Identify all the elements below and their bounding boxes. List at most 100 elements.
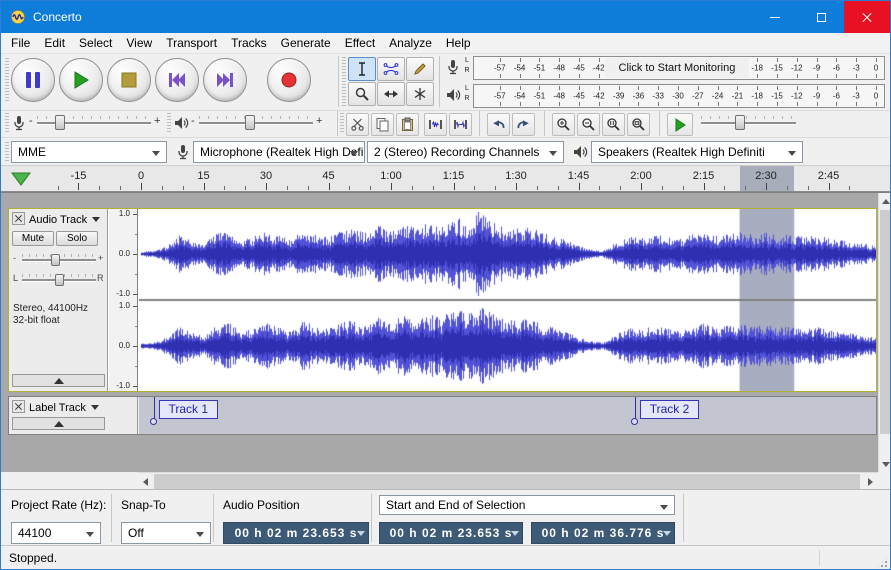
recording-device-select[interactable]: Microphone (Realtek High Defini [193, 141, 365, 163]
timeline-ruler[interactable]: -1501530451:001:151:301:452:002:152:302:… [1, 165, 890, 192]
play-button[interactable] [59, 58, 103, 102]
label-track-title[interactable]: Label Track [29, 401, 99, 414]
resize-grip[interactable] [876, 556, 889, 569]
pinned-playhead-button[interactable] [11, 172, 31, 187]
project-rate-select[interactable]: 44100 [11, 522, 101, 544]
audio-position-field[interactable]: 00 h 02 m 23.653 s [223, 522, 369, 544]
redo-button[interactable] [512, 113, 535, 136]
scroll-right-button[interactable] [862, 473, 878, 490]
track-canvas[interactable]: Audio Track Mute Solo - + L R Stereo, 44… [1, 192, 890, 472]
stop-button[interactable] [107, 58, 151, 102]
trim-audio-button[interactable] [424, 113, 447, 136]
scroll-up-button[interactable] [879, 193, 890, 209]
copy-button[interactable] [371, 113, 394, 136]
vertical-scroll-thumb[interactable] [880, 210, 890, 434]
pause-button[interactable] [11, 58, 55, 102]
record-button[interactable] [267, 58, 311, 102]
record-meter[interactable]: -57-54-51-48-45-42-39-36-33-30-27-24-21-… [473, 56, 885, 80]
pan-thumb[interactable] [55, 274, 64, 286]
cut-button[interactable] [346, 113, 369, 136]
fit-project-button[interactable] [627, 113, 650, 136]
menu-item-effect[interactable]: Effect [338, 34, 382, 52]
timeline-tick-label: 2:00 [630, 170, 651, 182]
menu-item-edit[interactable]: Edit [37, 34, 72, 52]
audio-track-collapse-button[interactable] [12, 374, 105, 387]
label-1[interactable]: Track 1 [159, 400, 219, 419]
zoom-to-selection-button[interactable] [602, 113, 625, 136]
menu-item-transport[interactable]: Transport [159, 34, 224, 52]
transport-toolbar-grip[interactable] [5, 58, 9, 102]
mute-button[interactable]: Mute [12, 231, 54, 246]
undo-button[interactable] [487, 113, 510, 136]
menu-item-tracks[interactable]: Tracks [224, 34, 274, 52]
audio-track-close-button[interactable] [12, 212, 25, 225]
menu-item-select[interactable]: Select [72, 34, 119, 52]
gain-thumb[interactable] [51, 254, 60, 266]
device-toolbar-grip[interactable] [5, 142, 9, 162]
label-stem[interactable] [154, 397, 155, 420]
meter-scale-number: 0 [874, 64, 878, 73]
meter-tick [856, 74, 857, 78]
maximize-button[interactable] [798, 1, 844, 33]
label-stem[interactable] [635, 397, 636, 420]
skip-to-start-button[interactable] [155, 58, 199, 102]
record-meter-mic-icon[interactable] [445, 59, 461, 75]
horizontal-scrollbar[interactable] [137, 472, 878, 489]
paste-button[interactable] [396, 113, 419, 136]
meter-tick [559, 102, 560, 106]
slider-thumb[interactable] [55, 115, 65, 130]
mixer-toolbar-grip[interactable] [5, 113, 9, 133]
play-at-speed-button[interactable] [667, 113, 693, 136]
meter-tick [539, 86, 540, 90]
label-2[interactable]: Track 2 [640, 400, 700, 419]
menu-item-file[interactable]: File [4, 34, 37, 52]
label-track-collapse-button[interactable] [12, 417, 105, 430]
waveform-canvas[interactable] [139, 209, 876, 391]
playback-meter-speaker-icon[interactable] [445, 87, 461, 103]
skip-to-end-button[interactable] [203, 58, 247, 102]
draw-tool-button[interactable] [406, 57, 434, 81]
label-handle[interactable] [631, 418, 638, 425]
selection-mode-select[interactable]: Start and End of Selection [379, 495, 675, 515]
solo-button[interactable]: Solo [56, 231, 98, 246]
snap-to-select[interactable]: Off [121, 522, 211, 544]
menu-item-help[interactable]: Help [439, 34, 478, 52]
selection-tool-button[interactable] [348, 57, 376, 81]
timeshift-tool-button[interactable] [377, 82, 405, 106]
label-track-close-button[interactable] [12, 400, 25, 413]
monitoring-overlay-label[interactable]: Click to Start Monitoring [605, 58, 749, 78]
playback-volume-slider[interactable] [199, 112, 313, 134]
recording-volume-slider[interactable] [37, 112, 151, 134]
minimize-icon [770, 17, 780, 18]
play-speed-slider[interactable] [701, 112, 796, 134]
menu-item-analyze[interactable]: Analyze [382, 34, 439, 52]
playback-volume-grip[interactable] [167, 113, 171, 133]
multi-tool-button[interactable] [406, 82, 434, 106]
minimize-button[interactable] [752, 1, 798, 33]
playback-device-select[interactable]: Speakers (Realtek High Definiti [591, 141, 803, 163]
close-button[interactable] [844, 1, 890, 33]
audio-host-select[interactable]: MME [11, 141, 167, 163]
silence-audio-button[interactable] [449, 113, 472, 136]
slider-thumb[interactable] [245, 115, 255, 130]
audio-track-title[interactable]: Audio Track [29, 213, 100, 226]
scroll-down-button[interactable] [879, 456, 890, 472]
menu-item-view[interactable]: View [119, 34, 159, 52]
recording-channels-select[interactable]: 2 (Stereo) Recording Channels [367, 141, 564, 163]
slider-thumb[interactable] [735, 115, 745, 130]
vertical-scrollbar[interactable] [878, 193, 890, 472]
playback-meter[interactable]: -57-54-51-48-45-42-39-36-33-30-27-24-21-… [473, 84, 885, 108]
label-track-content[interactable]: Track 1 Track 2 [139, 397, 876, 434]
horizontal-scroll-thumb[interactable] [154, 474, 860, 489]
label-handle[interactable] [150, 418, 157, 425]
scroll-left-button[interactable] [137, 473, 153, 490]
zoom-in-button[interactable] [552, 113, 575, 136]
zoom-out-button[interactable] [577, 113, 600, 136]
selection-start-field[interactable]: 00 h 02 m 23.653 s [379, 522, 523, 544]
menu-item-generate[interactable]: Generate [274, 34, 338, 52]
tools-toolbar-grip[interactable] [342, 57, 346, 106]
selection-end-field[interactable]: 00 h 02 m 36.776 s [531, 522, 675, 544]
zoom-tool-button[interactable] [348, 82, 376, 106]
edit-toolbar-grip[interactable] [340, 113, 344, 133]
envelope-tool-button[interactable] [377, 57, 405, 81]
